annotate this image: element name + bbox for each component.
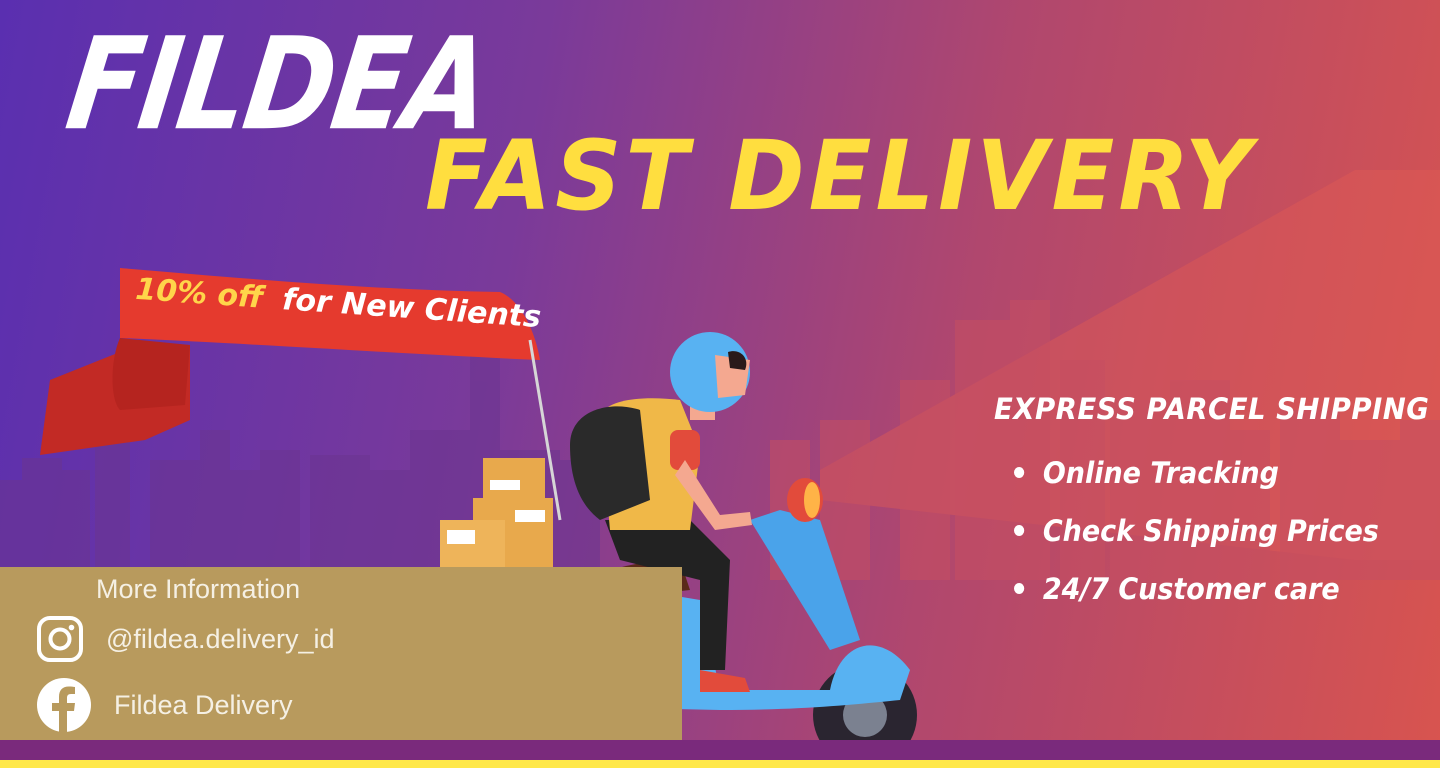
feature-item: Online Tracking: [1014, 444, 1422, 502]
features-block: EXPRESS PARCEL SHIPPING Online Tracking …: [994, 392, 1440, 618]
headline: FAST DELIVERY: [425, 119, 1256, 232]
feature-item: Check Shipping Prices: [1014, 502, 1422, 560]
features-title: EXPRESS PARCEL SHIPPING: [994, 392, 1430, 426]
feature-item: 24/7 Customer care: [1014, 560, 1422, 618]
instagram-handle: @fildea.delivery_id: [106, 623, 335, 654]
bullet-icon: [1014, 466, 1025, 478]
instagram-contact[interactable]: @fildea.delivery_id: [36, 615, 335, 663]
promo-banner: FILDEA FAST DELIVERY 10% off for New Cli…: [0, 0, 1440, 768]
bottom-accent-stripe: [0, 760, 1440, 768]
feature-list: Online Tracking Check Shipping Prices 24…: [994, 444, 1440, 618]
feature-label: Online Tracking: [1042, 456, 1279, 490]
feature-label: 24/7 Customer care: [1042, 572, 1340, 606]
bullet-icon: [1014, 582, 1025, 594]
facebook-contact[interactable]: Fildea Delivery: [36, 677, 293, 733]
instagram-icon: [37, 616, 83, 662]
contact-title: More Information: [96, 574, 301, 604]
feature-label: Check Shipping Prices: [1042, 514, 1379, 548]
facebook-name: Fildea Delivery: [114, 689, 293, 720]
bullet-icon: [1014, 524, 1025, 536]
facebook-icon: [37, 678, 91, 733]
